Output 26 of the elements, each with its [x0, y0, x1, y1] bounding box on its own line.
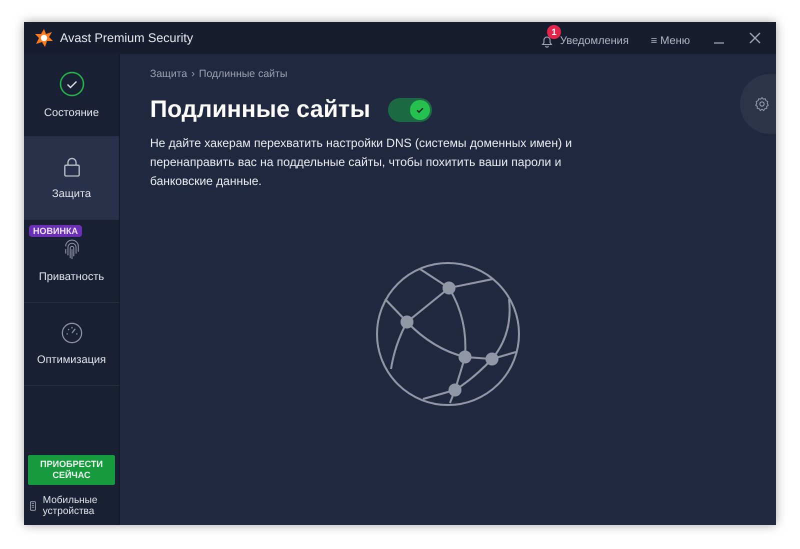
fingerprint-icon: [62, 239, 80, 261]
logo-icon: [34, 28, 54, 48]
description: Не дайте хакерам перехватить настройки DNS (системы доменных имен) и перенаправить вас на поддельные сайты, чтобы похитить ваши пароли и банковские данные.: [150, 135, 573, 190]
menu-button[interactable]: ≡ Меню: [642, 25, 698, 51]
breadcrumb-link[interactable]: Защита: [150, 68, 188, 80]
notifications-button[interactable]: 1 Уведомления: [532, 24, 637, 52]
lock-icon: [62, 156, 80, 178]
bell-icon: [540, 34, 554, 48]
breadcrumb-separator: ›: [191, 68, 195, 80]
sidebar-item[interactable]: Защита: [24, 137, 119, 220]
minimize-icon: [713, 42, 725, 44]
close-icon: [749, 32, 761, 44]
breadcrumb-current: Подлинные сайты: [198, 68, 288, 80]
phone-icon: [30, 499, 36, 513]
page-title: Подлинные сайты: [150, 96, 370, 124]
speedometer-icon: [60, 322, 82, 344]
sidebar-item[interactable]: Оптимизация: [24, 303, 119, 386]
toggle-switch[interactable]: [388, 98, 432, 122]
mobile-devices-link[interactable]: Мобильные устройства: [42, 495, 113, 517]
notification-count-badge: 1: [547, 25, 561, 39]
window-title: Avast Premium Security: [60, 31, 194, 45]
sidebar-item[interactable]: НОВИНКА Приватность: [24, 220, 119, 303]
check-icon: [415, 105, 426, 115]
new-badge: НОВИНКА: [29, 225, 82, 237]
check-circle-icon: [58, 71, 84, 97]
settings-icon: [754, 96, 770, 112]
